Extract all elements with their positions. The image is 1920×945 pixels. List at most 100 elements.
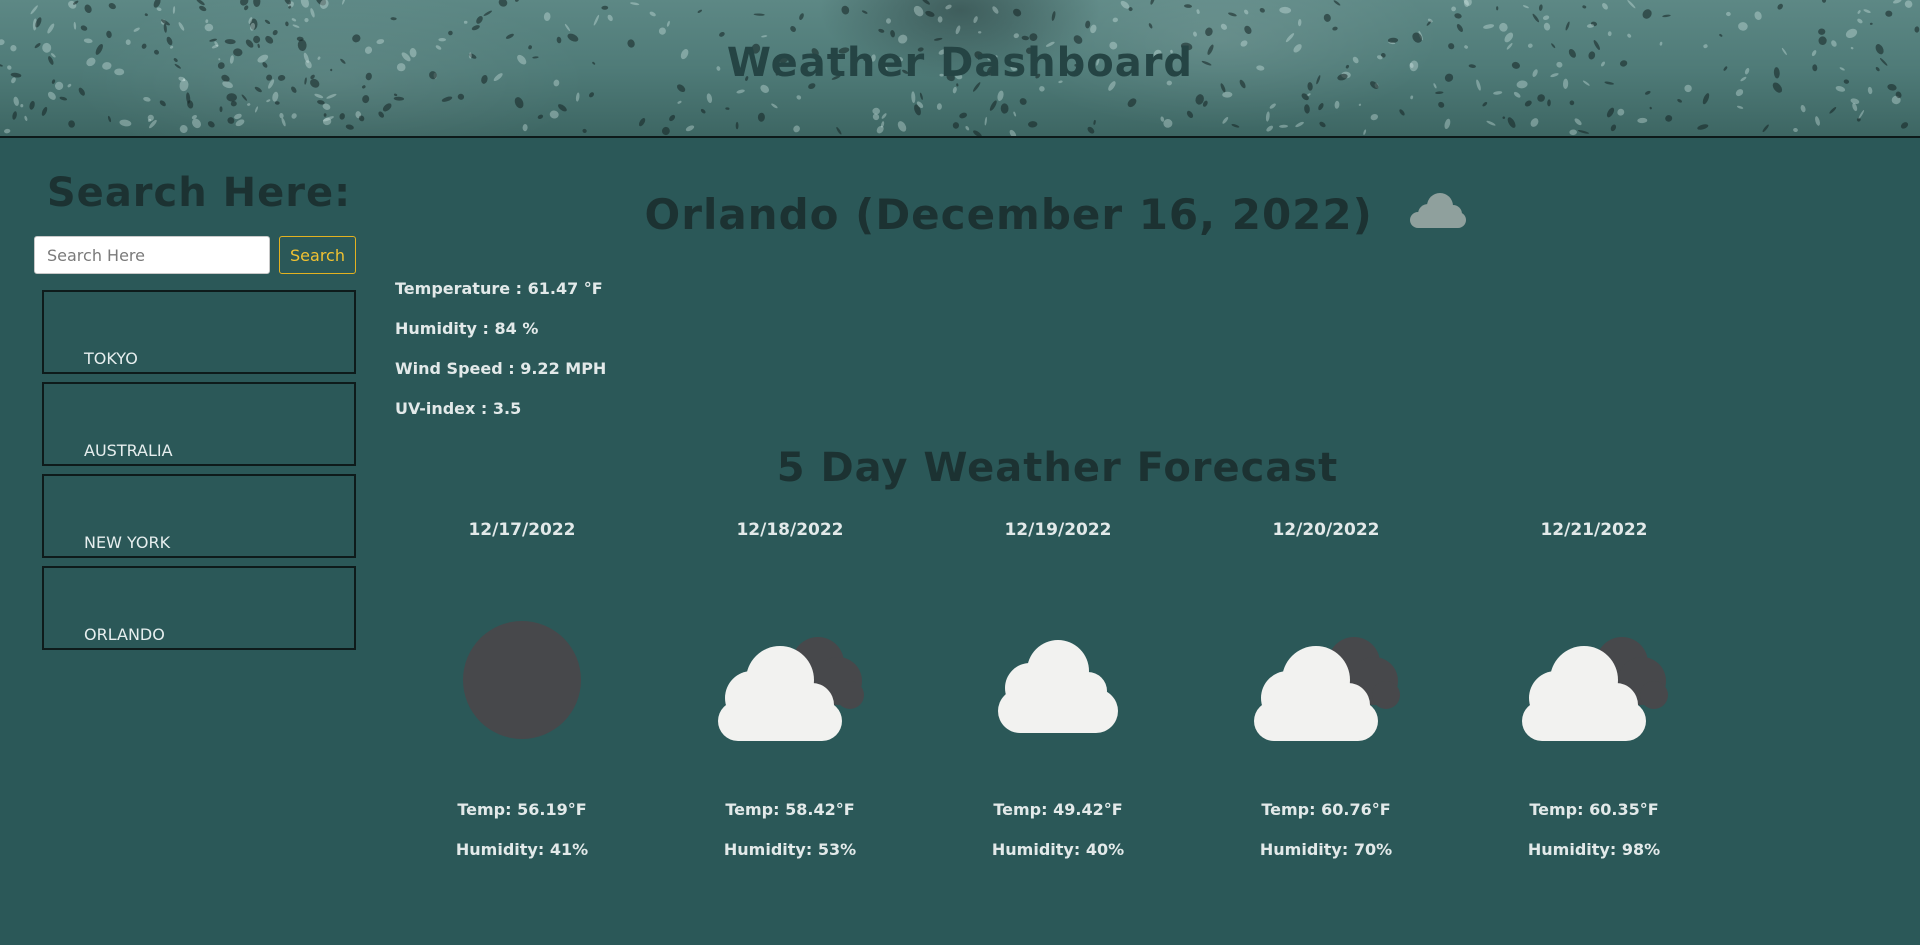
rain-drop <box>1607 31 1612 37</box>
rain-drop <box>1435 91 1444 95</box>
history-item-label: AUSTRALIA <box>84 441 173 460</box>
rain-drop <box>20 104 24 108</box>
rain-drop <box>47 23 55 34</box>
rain-drop <box>1112 17 1118 23</box>
rain-drop <box>1019 98 1027 105</box>
forecast-date: 12/19/2022 <box>1004 520 1112 540</box>
rain-drop <box>441 96 453 102</box>
rain-drop <box>549 110 559 119</box>
rain-drop <box>326 93 337 99</box>
rain-drop <box>1821 0 1827 3</box>
rain-drop <box>997 90 1004 101</box>
rain-drop <box>1127 98 1137 108</box>
history-item-australia[interactable]: AUSTRALIA <box>42 382 356 466</box>
rain-drop <box>393 93 398 97</box>
rain-drop <box>1269 103 1276 109</box>
rain-drop <box>937 16 943 23</box>
rain-drop <box>1184 4 1192 8</box>
search-input[interactable] <box>34 236 270 274</box>
rain-drop <box>921 0 930 5</box>
rain-drop <box>505 33 514 39</box>
rain-drop <box>498 0 508 7</box>
rain-drop <box>1665 115 1673 122</box>
rain-drop <box>1205 27 1213 37</box>
rain-drop <box>1483 24 1495 29</box>
forecast-date: 12/20/2022 <box>1272 520 1380 540</box>
rain-drop <box>1858 110 1865 119</box>
rain-drop <box>1496 6 1499 11</box>
rain-drop <box>144 13 148 17</box>
cloud-icon <box>968 605 1148 759</box>
rain-drop <box>178 22 185 31</box>
rain-drop <box>235 119 245 127</box>
rain-drop <box>12 111 17 120</box>
rain-drop <box>685 125 695 132</box>
rain-drop <box>1538 4 1543 11</box>
rain-drop <box>1319 121 1326 128</box>
rain-drop <box>1738 22 1748 31</box>
rain-drop <box>1039 86 1045 92</box>
history-item-new-york[interactable]: NEW YORK <box>42 474 356 558</box>
rain-drop <box>342 0 346 5</box>
rain-drop <box>1295 121 1304 128</box>
rain-drop <box>244 5 249 11</box>
rain-drop <box>1893 0 1902 4</box>
rain-drop <box>1502 116 1506 119</box>
rain-drop <box>582 128 587 133</box>
rain-drop <box>272 29 278 36</box>
rain-drop <box>1244 9 1249 15</box>
rain-drop <box>697 9 702 13</box>
rain-drop <box>1231 124 1240 128</box>
rain-drop <box>234 113 242 120</box>
history-item-orlando[interactable]: ORLANDO <box>42 566 356 650</box>
rain-drop <box>1499 22 1508 32</box>
forecast-card: 12/19/2022 Temp: 49.42°F Humidity: 40% <box>958 520 1158 860</box>
rain-drop <box>543 12 551 21</box>
rain-drop <box>1815 116 1820 126</box>
rain-drop <box>1735 89 1744 97</box>
search-button[interactable]: Search <box>279 236 356 274</box>
rain-drop <box>1222 91 1233 98</box>
rain-drop <box>978 31 982 34</box>
header-banner: Weather Dashboard <box>0 0 1920 138</box>
rain-drop <box>1444 118 1451 130</box>
current-temperature: Temperature : 61.47 °F <box>395 279 603 298</box>
rain-drop <box>1726 11 1731 17</box>
rain-drop <box>989 100 997 111</box>
rain-drop <box>59 96 68 101</box>
rain-drop <box>483 10 493 17</box>
rain-drop <box>630 2 640 6</box>
rain-drop <box>1835 86 1846 92</box>
rain-drop <box>230 100 237 107</box>
rain-drop <box>1093 119 1096 125</box>
rain-drop <box>1885 10 1893 17</box>
history-item-tokyo[interactable]: TOKYO <box>42 290 356 374</box>
rain-drop <box>1662 14 1671 18</box>
rain-drop <box>1150 0 1156 5</box>
rain-drop <box>463 20 468 24</box>
rain-drop <box>106 30 112 39</box>
rain-drop <box>323 113 327 117</box>
forecast-date: 12/17/2022 <box>468 520 576 540</box>
rain-drop <box>191 118 202 129</box>
rain-drop <box>300 0 309 8</box>
rain-drop <box>1454 13 1462 19</box>
rain-drop <box>304 17 309 23</box>
night-clear-icon <box>432 605 612 759</box>
history-item-label: ORLANDO <box>84 625 165 644</box>
forecast-temp: Temp: 49.42°F <box>993 800 1123 819</box>
rain-drop <box>13 96 19 106</box>
rain-drop <box>1279 124 1288 128</box>
cloudy-night-icon <box>1504 605 1684 759</box>
rain-drop <box>471 25 480 31</box>
rain-drop <box>658 27 666 35</box>
rain-drop <box>1829 106 1837 114</box>
rain-drop <box>1522 5 1529 9</box>
rain-drop <box>537 114 544 119</box>
rain-drop <box>156 7 162 11</box>
rain-drop <box>272 91 279 102</box>
rain-drop <box>1323 13 1331 22</box>
forecast-date: 12/21/2022 <box>1540 520 1648 540</box>
rain-drop <box>1304 104 1310 114</box>
rain-drop <box>588 92 595 98</box>
